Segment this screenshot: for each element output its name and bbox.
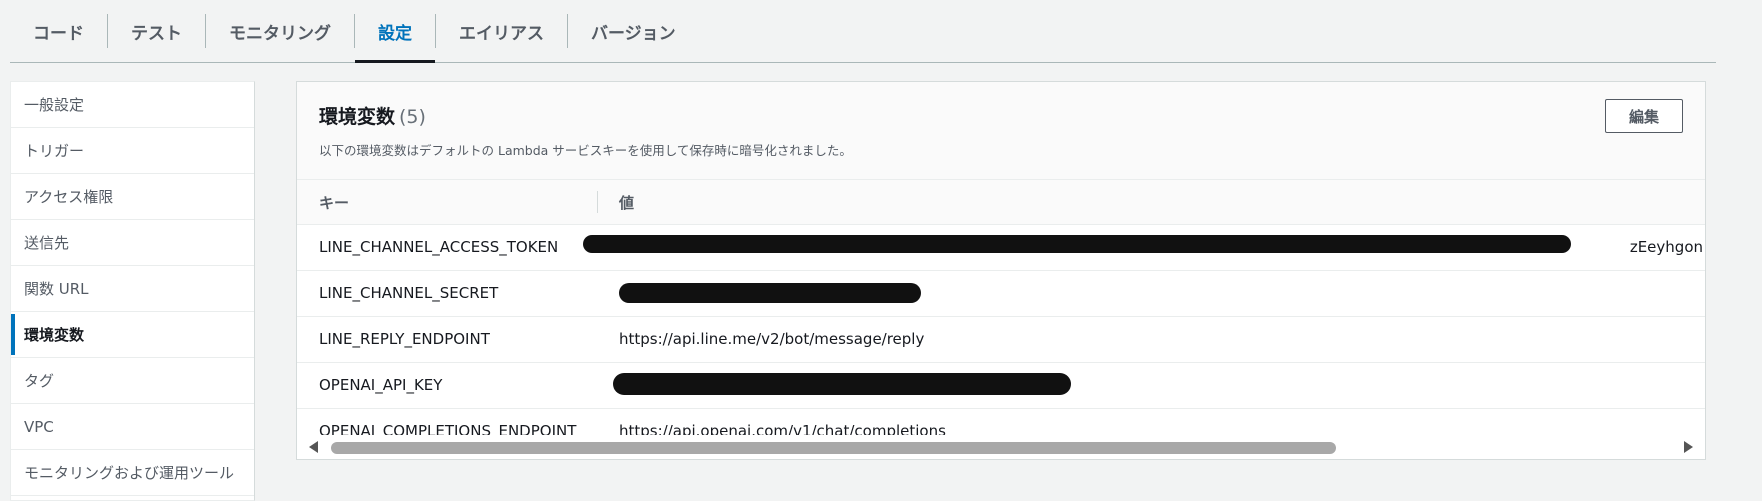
tab-versions[interactable]: バージョン [568, 0, 699, 62]
env-key: LINE_REPLY_ENDPOINT [319, 330, 490, 348]
table-row: LINE_REPLY_ENDPOINT https://api.line.me/… [297, 317, 1705, 363]
redaction-mark [583, 235, 1571, 253]
sidebar-item-tags[interactable]: タグ [11, 358, 254, 404]
column-header-value: 値 [619, 194, 635, 212]
scroll-thumb[interactable] [331, 442, 1336, 454]
sidebar-item-monitoring-tools[interactable]: モニタリングおよび運用ツール [11, 450, 254, 496]
panel-header: 環境変数 (5) 以下の環境変数はデフォルトの Lambda サービスキーを使用し… [297, 82, 1705, 180]
table-header: キー 値 [297, 180, 1705, 225]
edit-button[interactable]: 編集 [1605, 99, 1683, 133]
sidebar-item-destinations[interactable]: 送信先 [11, 220, 254, 266]
sidebar-item-permissions[interactable]: アクセス権限 [11, 174, 254, 220]
scroll-right-icon[interactable] [1684, 441, 1693, 453]
sidebar-item-triggers[interactable]: トリガー [11, 128, 254, 174]
sidebar-item-environment-variables[interactable]: 環境変数 [11, 312, 254, 358]
table-row: LINE_CHANNEL_ACCESS_TOKEN zEeyhgon [297, 225, 1705, 271]
column-divider[interactable] [597, 191, 598, 213]
variable-count: (5) [399, 106, 426, 128]
panel-title-text: 環境変数 [319, 106, 396, 128]
panel-title: 環境変数 (5) [319, 102, 426, 129]
env-value-visible-suffix: zEeyhgon [1629, 238, 1703, 256]
redaction-mark [619, 283, 921, 303]
tab-configuration[interactable]: 設定 [355, 0, 435, 63]
column-header-key: キー [319, 194, 350, 212]
sidebar-item-general[interactable]: 一般設定 [11, 82, 254, 128]
env-key: OPENAI_API_KEY [319, 376, 443, 394]
env-key: LINE_CHANNEL_ACCESS_TOKEN [319, 238, 559, 256]
table-row: LINE_CHANNEL_SECRET [297, 271, 1705, 317]
tab-aliases[interactable]: エイリアス [436, 0, 567, 62]
redaction-mark [613, 373, 1071, 395]
sidebar-item-function-url[interactable]: 関数 URL [11, 266, 254, 312]
tab-code[interactable]: コード [10, 0, 107, 62]
tab-bar: コード テスト モニタリング 設定 エイリアス バージョン [10, 0, 1716, 63]
env-value: https://api.line.me/v2/bot/message/reply [619, 330, 925, 348]
config-sidebar: 一般設定 トリガー アクセス権限 送信先 関数 URL 環境変数 タグ VPC … [10, 81, 255, 501]
env-key: LINE_CHANNEL_SECRET [319, 284, 499, 302]
tab-monitoring[interactable]: モニタリング [206, 0, 354, 62]
horizontal-scrollbar[interactable] [297, 435, 1705, 459]
panel-description: 以下の環境変数はデフォルトの Lambda サービスキーを使用して保存時に暗号化… [319, 143, 852, 158]
table-row: OPENAI_API_KEY [297, 363, 1705, 409]
environment-variables-panel: 環境変数 (5) 以下の環境変数はデフォルトの Lambda サービスキーを使用し… [296, 81, 1706, 460]
scroll-track[interactable] [331, 442, 1683, 454]
sidebar-item-vpc[interactable]: VPC [11, 404, 254, 450]
scroll-left-icon[interactable] [309, 441, 318, 453]
tab-test[interactable]: テスト [108, 0, 205, 62]
